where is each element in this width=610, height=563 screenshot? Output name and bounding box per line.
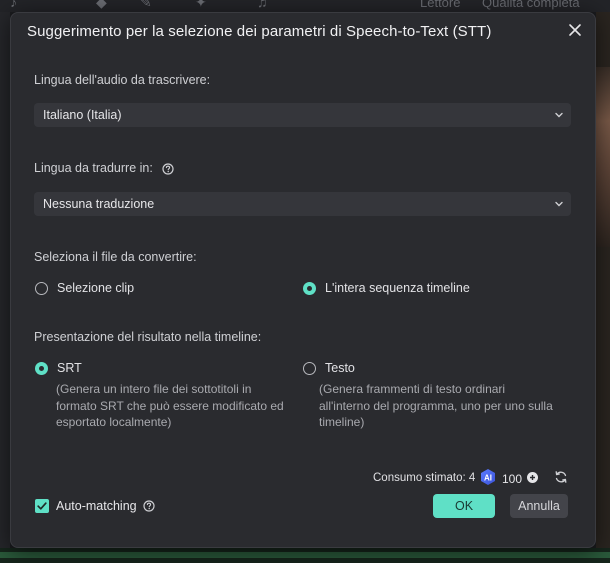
refresh-icon[interactable]	[554, 470, 568, 484]
radio-indicator	[303, 281, 316, 295]
chevron-down-icon	[555, 201, 563, 207]
cancel-button[interactable]: Annulla	[510, 494, 568, 518]
auto-matching-checkbox[interactable]: Auto-matching	[35, 499, 155, 513]
checkbox-indicator	[35, 499, 49, 513]
chevron-down-icon	[555, 112, 563, 118]
close-icon	[569, 24, 581, 36]
radio-indicator	[303, 361, 316, 375]
credits-count: 100	[502, 472, 523, 486]
radio-label: Testo	[325, 361, 355, 375]
audio-language-label: Lingua dell'audio da trascrivere:	[34, 73, 211, 87]
background-preview	[596, 12, 610, 552]
translate-language-select[interactable]: Nessuna traduzione	[34, 192, 571, 216]
background-timeline	[0, 548, 610, 563]
close-button[interactable]	[564, 19, 586, 41]
testo-description: (Genera frammenti di testo ordinari all'…	[319, 382, 553, 429]
output-label: Presentazione del risultato nella timeli…	[34, 330, 262, 344]
ai-badge-label: AI	[484, 473, 492, 482]
estimated-consumption: Consumo stimato: 4	[373, 472, 476, 484]
checkmark-icon	[37, 502, 47, 510]
translate-language-label: Lingua da tradurre in:	[34, 161, 174, 175]
media-icon: ◆	[96, 0, 107, 10]
radio-label: SRT	[57, 361, 82, 375]
audio-language-select[interactable]: Italiano (Italia)	[34, 103, 571, 127]
plus-circle-icon[interactable]	[527, 472, 538, 483]
music-icon: ♪	[10, 0, 17, 10]
timeline-track	[0, 552, 610, 558]
audio-icon: ♫	[257, 0, 268, 10]
radio-indicator	[35, 281, 48, 295]
text-icon: ✎	[140, 0, 152, 10]
ok-button[interactable]: OK	[433, 494, 495, 518]
dialog-title: Suggerimento per la selezione dei parame…	[27, 23, 492, 40]
translate-language-value: Nessuna traduzione	[43, 197, 155, 211]
stt-dialog: Suggerimento per la selezione dei parame…	[10, 12, 596, 548]
background-left-panel	[0, 12, 10, 552]
radio-label: L'intera sequenza timeline	[325, 281, 470, 295]
player-label: Lettore	[420, 0, 461, 10]
radio-indicator	[35, 361, 48, 375]
srt-description: (Genera un intero file dei sottotitoli i…	[56, 382, 284, 429]
background-toolbar: ♪ ◆ ✎ ✦ ♫ Lettore Qualità completa	[0, 0, 610, 12]
radio-srt[interactable]: SRT	[35, 361, 82, 375]
quality-label: Qualità completa	[482, 0, 580, 10]
help-circle-icon[interactable]	[162, 163, 174, 175]
radio-selezione-clip[interactable]: Selezione clip	[35, 281, 134, 295]
radio-testo[interactable]: Testo	[303, 361, 355, 375]
help-circle-icon[interactable]	[143, 500, 155, 512]
ai-credits-icon: AI	[481, 469, 495, 485]
effects-icon: ✦	[195, 0, 207, 10]
radio-label: Selezione clip	[57, 281, 135, 295]
audio-language-value: Italiano (Italia)	[43, 108, 122, 122]
radio-intera-sequenza[interactable]: L'intera sequenza timeline	[303, 281, 470, 295]
preview-image	[596, 67, 610, 247]
source-file-label: Seleziona il file da convertire:	[34, 250, 197, 264]
auto-matching-label: Auto-matching	[56, 499, 137, 513]
